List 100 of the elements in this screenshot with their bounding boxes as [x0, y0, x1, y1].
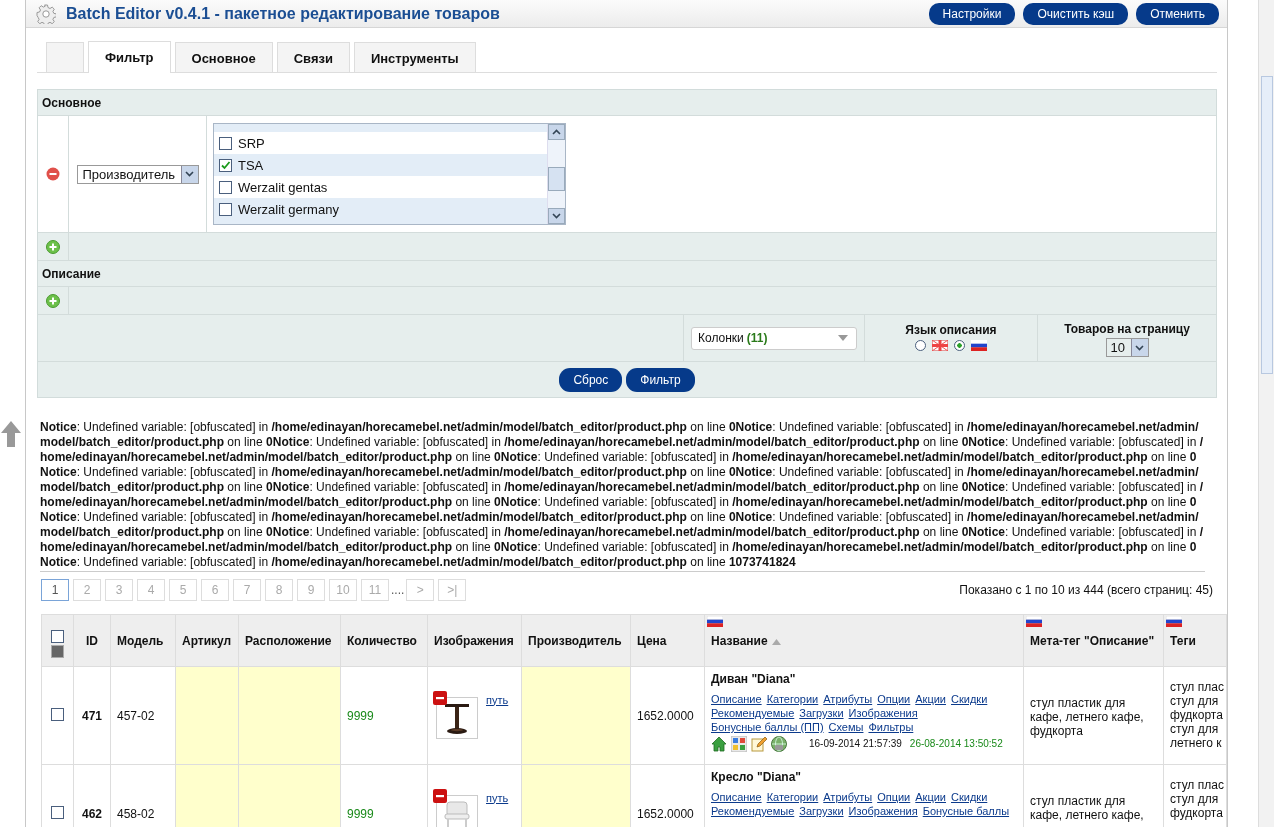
caret-icon — [1135, 344, 1144, 351]
house-icon[interactable] — [711, 736, 727, 752]
column-header[interactable]: Артикул — [175, 614, 239, 667]
header-button[interactable]: Настройки — [928, 2, 1016, 25]
columns-select[interactable]: Колонки (11) — [691, 326, 857, 350]
product-link[interactable]: Схемы — [828, 720, 864, 734]
radio-button[interactable] — [915, 340, 926, 351]
product-link[interactable]: Опции — [877, 790, 911, 804]
product-name: Диван "Diana" — [711, 672, 797, 686]
page-scrollbar[interactable] — [1258, 0, 1274, 827]
modified-date: 26-08-2014 13:50:52 — [909, 737, 1003, 751]
scroll-thumb[interactable] — [548, 167, 565, 191]
product-link[interactable]: Категории — [766, 692, 819, 706]
tab[interactable]: Фильтр — [88, 41, 171, 73]
tag-line: стул для — [1170, 694, 1220, 708]
delete-icon[interactable] — [433, 788, 447, 803]
per-page-select[interactable]: 10 — [1105, 338, 1149, 357]
empty-cell[interactable] — [521, 666, 631, 765]
field-select[interactable]: Производитель — [76, 164, 199, 184]
globe-icon[interactable] — [771, 736, 787, 752]
column-header[interactable]: ID — [73, 614, 111, 667]
scroll-down-icon[interactable] — [552, 213, 561, 219]
table-cell: 471 — [73, 666, 111, 765]
product-link[interactable]: Акции — [915, 790, 946, 804]
checkbox[interactable] — [219, 136, 232, 150]
add-icon[interactable] — [46, 293, 60, 308]
image-path-link[interactable]: путь — [486, 790, 509, 805]
image-path-link[interactable]: путь — [486, 692, 509, 707]
option-label: Werzalit germany — [238, 201, 339, 217]
tag-line: фудкорта — [1170, 708, 1224, 722]
table-cell: стул пластик для кафе, летнего кафе, фудкорта — [1023, 666, 1164, 765]
product-name: Кресло "Diana" — [711, 770, 803, 784]
up-arrow-icon[interactable] — [0, 420, 22, 448]
filter-button[interactable]: Сброс — [559, 367, 623, 392]
table-cell: 457-02 — [110, 666, 176, 765]
column-header[interactable]: Количество — [340, 614, 428, 667]
checkbox[interactable] — [219, 180, 232, 194]
product-link[interactable]: Фильтры — [868, 720, 914, 734]
tag-line: стул плас — [1170, 778, 1225, 792]
invert-selection-icon[interactable] — [51, 644, 64, 658]
delete-icon[interactable] — [433, 690, 447, 705]
column-header[interactable]: Цена — [630, 614, 705, 667]
filter-button[interactable]: Фильтр — [626, 367, 695, 392]
product-link[interactable]: Атрибуты — [823, 692, 873, 706]
column-header[interactable]: Мета-тег "Описание" — [1023, 614, 1164, 667]
column-header[interactable]: Изображения — [427, 614, 522, 667]
checkbox[interactable] — [219, 202, 232, 216]
tag-line: стул плас — [1170, 680, 1225, 694]
select-all-checkbox[interactable] — [51, 629, 64, 643]
row-checkbox[interactable] — [51, 707, 64, 721]
remove-icon[interactable] — [46, 167, 60, 181]
tab[interactable]: Связи — [276, 42, 350, 72]
flag-icon — [932, 340, 948, 351]
product-link[interactable]: Описание — [711, 692, 762, 706]
table-cell: 1652.0000 — [630, 666, 705, 765]
caret-icon — [838, 335, 848, 341]
checkbox[interactable] — [219, 158, 232, 172]
notice-text: Notice: Undefined variable: [obfuscated] in /home/edinayan/horecamebel.net/admin/model/batch_editor/product.php on line 0Notice: Undefined variable: [obfuscated] in /home/edinayan/horecamebel.net/admin/model/batch_editor/product.php on line 0Notice: Undefined variable: [obfuscated] in /home/edinayan/horecamebel.net/admin/model/batch_editor/product.php on line 0Notice: Undefined variable: [obfuscated] in/home/edinayan/horecamebel.net/admin/model/batch_editor/product.php on line 0Notice: Undefined variable: [obfuscated] in /home/edinayan/horecamebel.net/admin/model/batch_editor/product.php on line 0Notice: Undefined variable: [obfuscated] in /home/edinayan/horecamebel.net/admin/model/batch_editor/product.php on line 0Notice: Undefined variable: [obfuscated] in /home/edinayan/horecamebel.net/admin/model/batch_editor/product.php on line 0Notice: Undefined variable: [obfuscated] in /home/edinayan/horecamebel.net/admin/model/batch_editor/product.php on line 0Notice: Undefined variable: [obfuscated] in/home/edinayan/horecamebel.net/admin/model/batch_editor/product.php on line 0Notice: Undefined variable: [obfuscated] in /home/edinayan/horecamebel.net/admin/model/batch_editor/product.php on line 0Notice: Undefined variable: [obfuscated] in /home/edinayan/horecamebel.net/admin/model/batch_editor/product.php on line 0Notice: Undefined variable: [obfuscated] in /home/edinayan/horecamebel.net/admin/model/batch_editor/product.php on line 0Notice: Undefined variable: [obfuscated] in /home/edinayan/horecamebel.net/admin/model/batch_editor/product.php on line 0Notice: Undefined variable: [obfuscated] in/home/edinayan/horecamebel.net/admin/model/batch_editor/product.php on line 0Notice: Undefined variable: [obfuscated] in /home/edinayan/horecamebel.net/admin/model/batch_editor/product.php on line 0Notice: Undefined variable: [obfuscated] in /home/edinayan/horecamebel.net/admin/model/batch_editor/product.php on line 1073741824 — [40, 420, 1205, 572]
ellipsis: .... — [391, 583, 405, 597]
product-link[interactable]: Атрибуты — [823, 790, 873, 804]
grid-icon[interactable] — [731, 736, 747, 752]
tag-line: стул для — [1170, 722, 1220, 736]
product-link[interactable]: Бонусные баллы — [922, 804, 1010, 818]
tag-line: фудкорта — [1170, 806, 1224, 820]
tag-line: летнего к — [1170, 736, 1223, 750]
option-label: SRP — [238, 135, 265, 151]
product-link[interactable]: Изображения — [848, 804, 918, 818]
product-link[interactable]: Скидки — [951, 692, 988, 706]
product-link[interactable]: Загрузки — [799, 804, 844, 818]
row-checkbox[interactable] — [51, 805, 64, 819]
product-link[interactable]: Опции — [877, 692, 911, 706]
product-link[interactable]: Рекомендуемые — [711, 804, 795, 818]
option-label: Werzalit gentas — [238, 179, 328, 195]
product-link[interactable]: Загрузки — [799, 706, 844, 720]
edit-icon[interactable] — [751, 736, 767, 752]
scrollbar[interactable] — [547, 124, 565, 224]
column-header[interactable]: Теги — [1163, 614, 1227, 667]
product-link[interactable]: Скидки — [951, 790, 988, 804]
add-icon[interactable] — [46, 239, 60, 254]
radio-button[interactable] — [954, 340, 965, 351]
product-link[interactable]: Категории — [766, 790, 819, 804]
product-link[interactable]: Бонусные баллы (ПП) — [711, 720, 824, 734]
tab[interactable]: Инструменты — [353, 42, 476, 72]
caret-icon — [185, 171, 194, 177]
column-header[interactable]: Модель — [110, 614, 176, 667]
page-link[interactable]: 1 — [41, 579, 69, 601]
header-button[interactable]: Очистить кэш — [1023, 2, 1129, 25]
product-link[interactable]: Описание — [711, 790, 762, 804]
language-label: Язык описания — [905, 323, 997, 337]
product-link[interactable]: Акции — [915, 692, 946, 706]
tab[interactable]: Основное — [174, 42, 273, 72]
column-header[interactable]: Расположение — [238, 614, 341, 667]
scroll-up-icon[interactable] — [552, 129, 561, 135]
product-link[interactable]: Изображения — [848, 706, 918, 720]
column-header[interactable]: Производитель — [521, 614, 631, 667]
tag-line: стул для — [1170, 792, 1220, 806]
product-link[interactable]: Рекомендуемые — [711, 706, 795, 720]
column-header[interactable]: Название — [704, 614, 1024, 667]
header-button[interactable]: Отменить — [1136, 2, 1219, 25]
option-label: TSA — [238, 157, 264, 173]
